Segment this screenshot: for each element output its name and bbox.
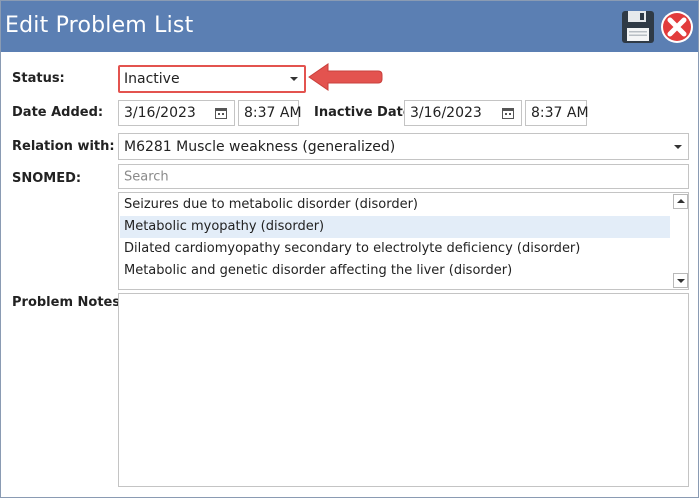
list-item-selected[interactable]: Metabolic myopathy (disorder) [120,216,670,238]
save-button[interactable] [620,9,656,45]
status-dropdown[interactable]: Inactive [118,65,306,93]
relation-value: M6281 Muscle weakness (generalized) [124,138,396,155]
snomed-results-list: Seizures due to metabolic disorder (diso… [118,192,689,290]
edit-problem-list-dialog: Edit Problem List Status: Inactive Date … [0,0,699,498]
inactive-date-time-field[interactable]: 8:37 AM [525,100,589,126]
list-scrollbar[interactable] [671,193,688,289]
title-bar: Edit Problem List [1,1,698,52]
snomed-label: SNOMED: [12,171,82,186]
date-added-time-field[interactable]: 8:37 AM [238,100,302,126]
scroll-down-button[interactable] [673,273,688,288]
inactive-date-time: 8:37 AM [531,105,589,121]
status-label: Status: [12,71,65,86]
relation-dropdown[interactable]: M6281 Muscle weakness (generalized) [118,133,689,160]
close-button[interactable] [659,9,695,45]
chevron-down-icon [674,144,682,149]
date-added-label: Date Added: [12,105,104,120]
snomed-search-input[interactable]: Search [118,164,689,189]
chevron-down-icon [290,77,298,81]
problem-notes-textarea[interactable] [118,293,689,487]
date-added-date: 3/16/2023 [124,105,196,121]
snomed-search-placeholder: Search [124,169,169,184]
inactive-date-date-picker[interactable]: 3/16/2023 [404,100,522,126]
status-value: Inactive [124,71,180,87]
chevron-down-icon [677,279,685,283]
inactive-date-date: 3/16/2023 [410,105,482,121]
calendar-icon[interactable] [502,107,514,119]
dialog-title: Edit Problem List [5,13,194,38]
date-added-date-picker[interactable]: 3/16/2023 [118,100,235,126]
calendar-icon[interactable] [215,107,227,119]
list-item[interactable]: Dilated cardiomyopathy secondary to elec… [120,238,670,260]
date-added-time: 8:37 AM [244,105,302,121]
annotation-arrow [308,63,383,91]
chevron-up-icon [677,199,685,203]
close-icon [661,11,693,43]
list-item[interactable]: Seizures due to metabolic disorder (diso… [120,194,670,216]
problem-notes-label: Problem Notes: [12,295,126,310]
inactive-date-label: Inactive Date: [314,105,417,120]
list-item[interactable]: Metabolic and genetic disorder affecting… [120,260,670,282]
relation-label: Relation with: [12,139,115,154]
floppy-disk-icon [622,11,654,43]
scroll-up-button[interactable] [673,194,688,209]
